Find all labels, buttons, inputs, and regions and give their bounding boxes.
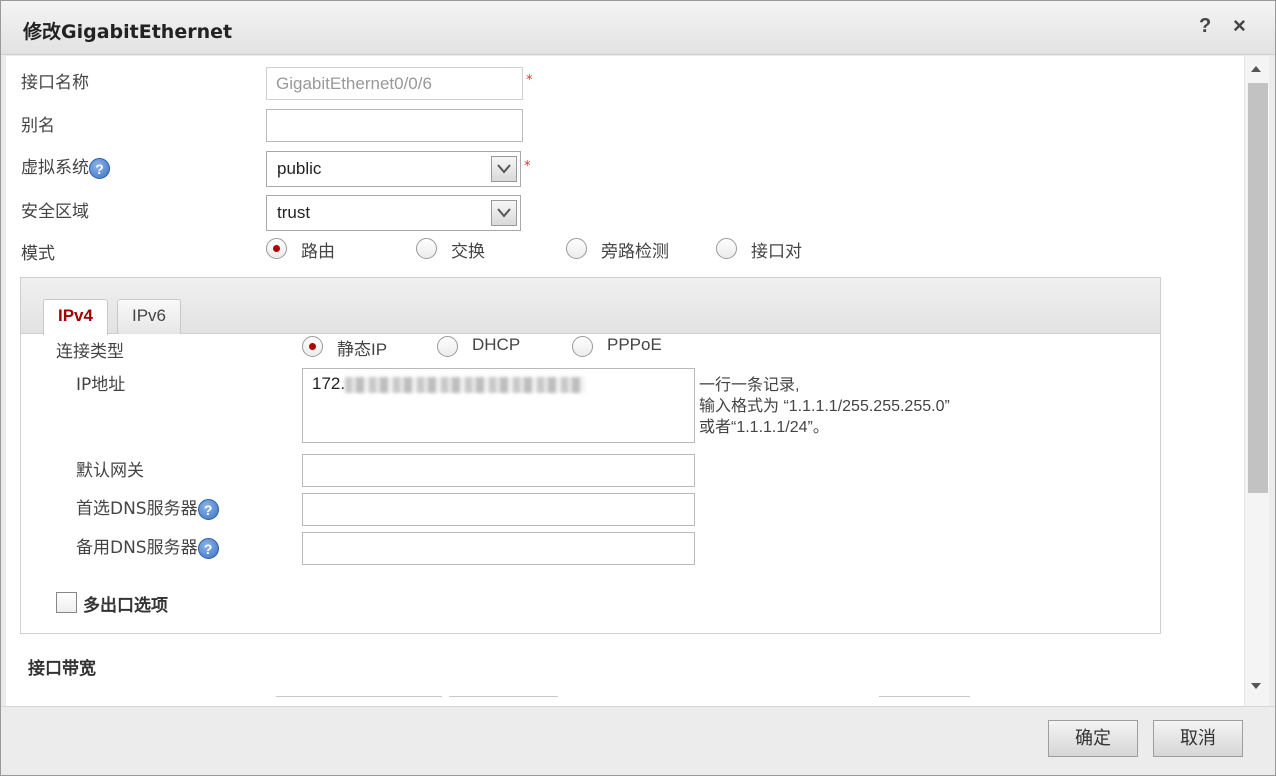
- hint-line: 输入格式为 “1.1.1.1/255.255.255.0”: [699, 398, 950, 415]
- conn-option-label: 静态IP: [337, 340, 388, 359]
- help-icon[interactable]: ?: [1199, 15, 1211, 38]
- scrollbar-thumb[interactable]: [1248, 83, 1268, 493]
- hint-line: 一行一条记录,: [699, 377, 800, 394]
- hint-line: 或者“1.1.1.1/24”。: [699, 419, 829, 436]
- vsys-label: 虚拟系统?: [21, 153, 110, 179]
- ip-config-panel: IPv4 IPv6 连接类型 静态IP DHCP PPPoE IP地址 172.…: [20, 277, 1161, 634]
- bandwidth-label: 接口带宽: [28, 659, 96, 679]
- required-mark: *: [524, 159, 531, 174]
- vsys-help-icon[interactable]: ?: [89, 157, 110, 179]
- mode-option-label: 接口对: [751, 242, 802, 261]
- conn-radio-static[interactable]: [302, 336, 323, 357]
- dns-primary-field[interactable]: [302, 493, 695, 526]
- interface-name-field: GigabitEthernet0/0/6: [266, 67, 523, 100]
- conn-radio-pppoe[interactable]: [572, 336, 593, 357]
- gateway-field[interactable]: [302, 454, 695, 487]
- mode-option-label: 交换: [451, 242, 485, 261]
- cancel-button[interactable]: 取消: [1153, 720, 1243, 757]
- scroll-down-icon[interactable]: [1251, 683, 1261, 689]
- interface-name-label: 接口名称: [21, 73, 89, 93]
- edit-interface-dialog: 修改GigabitEthernet ? × 接口名称 GigabitEthern…: [0, 0, 1276, 776]
- mode-radio-route[interactable]: [266, 238, 287, 259]
- dialog-title: 修改GigabitEthernet: [23, 21, 233, 43]
- ip-address-label: IP地址: [76, 375, 126, 395]
- conn-option-label: DHCP: [472, 335, 521, 354]
- ok-button[interactable]: 确定: [1048, 720, 1138, 757]
- vsys-select-value: public: [277, 159, 322, 178]
- chevron-down-icon[interactable]: [491, 200, 517, 226]
- gateway-label: 默认网关: [76, 461, 144, 481]
- dns-primary-label-text: 首选DNS服务器: [76, 499, 198, 519]
- bandwidth-field-edge: [449, 696, 558, 706]
- multi-exit-checkbox[interactable]: [56, 592, 77, 613]
- zone-select[interactable]: trust: [266, 195, 521, 231]
- dns-backup-field[interactable]: [302, 532, 695, 565]
- zone-select-value: trust: [277, 203, 311, 222]
- ip-address-value: 172.: [312, 374, 346, 393]
- multi-exit-label: 多出口选项: [83, 596, 168, 616]
- dialog-titlebar[interactable]: 修改GigabitEthernet ? ×: [1, 1, 1275, 55]
- bandwidth-field-edge: [276, 696, 442, 706]
- dns-primary-help-icon[interactable]: ?: [197, 498, 219, 520]
- zone-label: 安全区域: [21, 202, 89, 222]
- vsys-select[interactable]: public: [266, 151, 521, 187]
- vertical-scrollbar[interactable]: [1244, 56, 1269, 706]
- dns-backup-help-icon[interactable]: ?: [197, 537, 219, 559]
- dns-backup-label: 备用DNS服务器?: [76, 533, 219, 559]
- mode-option-label: 路由: [301, 242, 335, 261]
- required-mark: *: [526, 73, 533, 88]
- dns-backup-label-text: 备用DNS服务器: [76, 538, 198, 558]
- alias-field[interactable]: [266, 109, 523, 142]
- conn-option-label: PPPoE: [607, 335, 662, 354]
- close-icon[interactable]: ×: [1233, 13, 1246, 39]
- vsys-label-text: 虚拟系统: [21, 158, 89, 178]
- alias-label: 别名: [21, 116, 55, 136]
- redacted-ip-blur: [345, 376, 586, 393]
- tab-ipv4[interactable]: IPv4: [43, 299, 108, 335]
- dialog-footer: 确定 取消: [1, 706, 1275, 775]
- ip-format-hint: 一行一条记录, 输入格式为 “1.1.1.1/255.255.255.0” 或者…: [699, 375, 950, 438]
- scroll-up-icon[interactable]: [1251, 66, 1261, 72]
- chevron-down-icon[interactable]: [491, 156, 517, 182]
- dns-primary-label: 首选DNS服务器?: [76, 494, 219, 520]
- mode-option-label: 旁路检测: [601, 242, 669, 261]
- mode-radio-bypass[interactable]: [566, 238, 587, 259]
- mode-label: 模式: [21, 244, 55, 264]
- mode-radio-switch[interactable]: [416, 238, 437, 259]
- conn-radio-dhcp[interactable]: [437, 336, 458, 357]
- bandwidth-field-edge: [879, 696, 970, 706]
- mode-radio-pair[interactable]: [716, 238, 737, 259]
- ip-tabstrip: IPv4 IPv6: [21, 278, 1160, 335]
- ip-address-textarea[interactable]: 172.: [302, 368, 695, 443]
- conn-type-label: 连接类型: [56, 342, 124, 362]
- dialog-content: 接口名称 GigabitEthernet0/0/6 * 别名 虚拟系统? pub…: [6, 56, 1269, 706]
- tab-ipv6[interactable]: IPv6: [117, 299, 182, 334]
